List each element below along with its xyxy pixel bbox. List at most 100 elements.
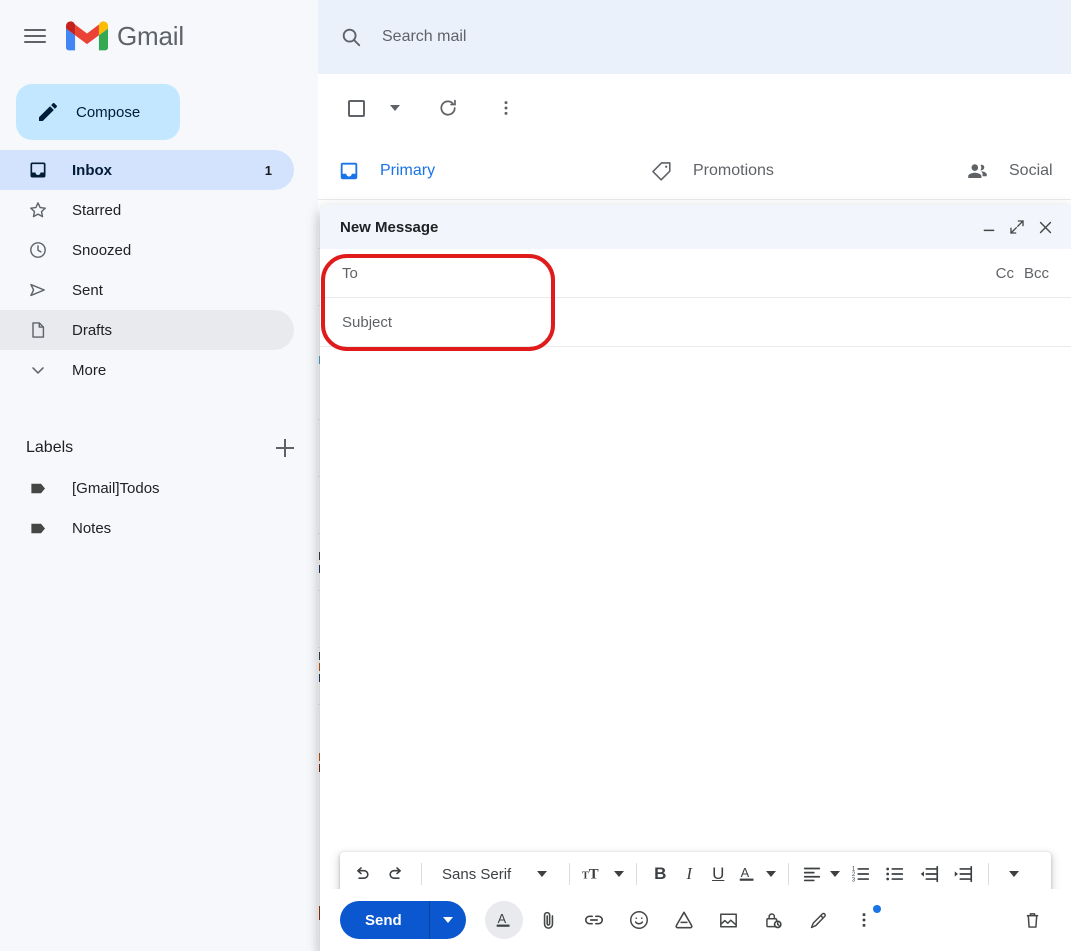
minimize-icon[interactable] <box>975 213 1003 241</box>
sidebar-label-notes[interactable]: Notes <box>0 508 294 548</box>
confidential-mode-button[interactable] <box>755 901 793 939</box>
tab-social[interactable]: Social <box>966 142 1053 200</box>
more-options-button[interactable] <box>845 901 883 939</box>
draft-icon <box>26 318 50 342</box>
brand-title: Gmail <box>117 20 184 51</box>
sidebar-item-more[interactable]: More <box>0 350 294 390</box>
svg-text:T: T <box>589 866 599 882</box>
underline-button[interactable]: U <box>704 857 732 891</box>
bold-button[interactable]: B <box>646 857 674 891</box>
star-icon <box>26 198 50 222</box>
tab-primary[interactable]: Primary <box>338 142 435 200</box>
subject-field[interactable]: Subject <box>320 298 1071 347</box>
compose-title: New Message <box>340 218 439 236</box>
gmail-app: Gmail Compose Inbox 1 Starred Snoozed Se… <box>0 0 1071 951</box>
clock-icon <box>26 238 50 262</box>
numbered-list-button[interactable]: 123 <box>845 857 877 891</box>
discard-draft-button[interactable] <box>1013 901 1051 939</box>
inbox-tab-icon <box>338 160 360 182</box>
more-options-badge <box>872 905 881 913</box>
chevron-down-icon <box>830 871 841 877</box>
compose-window: New Message To Cc Bcc Subject Sans Serif… <box>320 205 1071 951</box>
labels-header: Labels <box>0 428 318 468</box>
more-vertical-icon <box>504 101 508 115</box>
search-input[interactable]: Search mail <box>382 28 466 46</box>
search-icon <box>342 28 361 47</box>
align-left-icon <box>804 867 821 882</box>
search-bar[interactable]: Search mail <box>318 0 1071 74</box>
undo-icon[interactable] <box>346 857 378 891</box>
font-family-select[interactable]: Sans Serif <box>431 857 560 891</box>
insert-signature-button[interactable] <box>800 901 838 939</box>
sidebar-item-sent[interactable]: Sent <box>0 270 294 310</box>
expand-icon[interactable] <box>1003 213 1031 241</box>
sidebar-item-label: Drafts <box>72 321 113 339</box>
indent-more-button[interactable] <box>947 857 979 891</box>
sidebar-item-drafts[interactable]: Drafts <box>0 310 294 350</box>
sidebar-item-snoozed[interactable]: Snoozed <box>0 230 294 270</box>
italic-button[interactable]: I <box>676 857 702 891</box>
attach-file-button[interactable] <box>530 901 568 939</box>
svg-text:3: 3 <box>852 877 856 883</box>
tab-promotions[interactable]: Promotions <box>651 142 774 200</box>
chevron-down-icon <box>390 105 400 111</box>
font-family-value: Sans Serif <box>442 865 512 883</box>
hamburger-icon[interactable] <box>22 23 48 49</box>
svg-text:A: A <box>741 865 750 880</box>
close-icon[interactable] <box>1031 213 1059 241</box>
toolbar-separator <box>988 863 990 885</box>
to-field[interactable]: To Cc Bcc <box>320 249 1071 298</box>
align-button[interactable] <box>798 857 843 891</box>
compose-button[interactable]: Compose <box>16 84 180 140</box>
refresh-icon <box>440 99 456 116</box>
inbox-icon <box>26 158 50 182</box>
google-drive-icon <box>675 911 693 929</box>
sidebar: Gmail Compose Inbox 1 Starred Snoozed Se… <box>0 0 318 951</box>
sidebar-label-text: [Gmail]Todos <box>72 479 160 497</box>
svg-text:T: T <box>582 870 589 881</box>
emoji-icon <box>629 911 648 929</box>
bulleted-list-button[interactable] <box>879 857 911 891</box>
tab-label: Primary <box>380 161 436 179</box>
formatting-options-button[interactable]: A <box>484 901 523 939</box>
paperclip-icon <box>543 911 554 929</box>
text-color-icon: A <box>739 865 754 881</box>
sidebar-label-text: Notes <box>72 519 112 537</box>
indent-less-button[interactable] <box>913 857 945 891</box>
send-icon <box>26 278 50 302</box>
inbox-tabs: Primary Promotions Social <box>318 142 1071 200</box>
chevron-down-icon <box>766 871 777 877</box>
text-format-icon: A <box>496 911 510 927</box>
indent-decrease-icon <box>920 865 939 883</box>
sidebar-item-inbox[interactable]: Inbox 1 <box>0 150 294 190</box>
insert-link-button[interactable] <box>575 901 613 939</box>
tag-icon <box>651 160 673 182</box>
sidebar-item-label: Snoozed <box>72 241 132 259</box>
select-all-checkbox[interactable] <box>336 88 376 128</box>
plus-icon[interactable] <box>274 437 296 459</box>
bcc-button[interactable]: Bcc <box>1024 265 1049 282</box>
checkbox-icon <box>347 99 365 117</box>
lock-clock-icon <box>766 912 782 928</box>
insert-photo-button[interactable] <box>710 901 748 939</box>
send-button[interactable]: Send <box>340 901 466 939</box>
chevron-down-icon <box>537 871 548 877</box>
sidebar-label-gmail-todos[interactable]: [Gmail]Todos <box>0 468 294 508</box>
refresh-button[interactable] <box>428 88 468 128</box>
font-size-select[interactable]: T T <box>579 857 627 891</box>
select-all-dropdown[interactable] <box>382 88 408 128</box>
compose-header[interactable]: New Message <box>320 205 1071 249</box>
redo-icon[interactable] <box>380 857 412 891</box>
insert-emoji-button[interactable] <box>620 901 658 939</box>
toolbar-overflow-button[interactable] <box>998 857 1030 891</box>
cc-button[interactable]: Cc <box>996 265 1014 282</box>
chevron-down-icon <box>1009 871 1020 877</box>
more-options-button[interactable] <box>486 88 526 128</box>
insert-drive-button[interactable] <box>665 901 703 939</box>
gmail-brand[interactable]: Gmail <box>66 20 184 52</box>
text-color-button[interactable]: A <box>734 857 779 891</box>
message-body-input[interactable] <box>320 347 1071 813</box>
bulleted-list-icon <box>886 867 904 881</box>
send-options-dropdown[interactable] <box>430 901 466 939</box>
sidebar-item-starred[interactable]: Starred <box>0 190 294 230</box>
